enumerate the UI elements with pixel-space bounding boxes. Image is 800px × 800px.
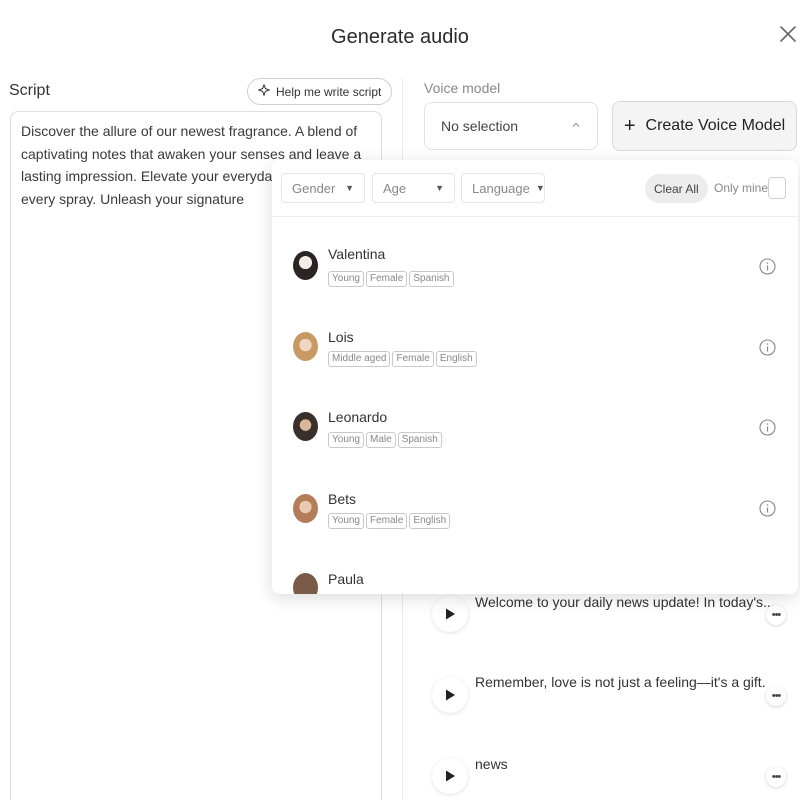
help-write-script-label: Help me write script bbox=[276, 84, 382, 99]
avatar bbox=[293, 494, 318, 523]
avatar bbox=[293, 412, 318, 441]
create-voice-model-button[interactable]: + Create Voice Model bbox=[612, 101, 797, 151]
sample-text: Remember, love is not just a feeling—it'… bbox=[475, 674, 766, 690]
sample-item[interactable]: Welcome to your daily news update! In to… bbox=[432, 589, 792, 639]
sparkle-icon bbox=[257, 83, 271, 99]
script-label: Script bbox=[9, 82, 50, 99]
tag-age: Middle aged bbox=[328, 351, 391, 367]
tag-language: English bbox=[435, 351, 477, 367]
age-filter-label: Age bbox=[383, 180, 407, 196]
tag-gender: Female bbox=[392, 351, 434, 367]
language-filter-label: Language bbox=[472, 180, 530, 196]
play-button[interactable] bbox=[432, 596, 468, 632]
voice-dropdown: Gender ▼ Age ▼ Language ▼ Clear All Only… bbox=[272, 160, 798, 594]
voice-tags: Young Male Spanish bbox=[328, 432, 442, 448]
voice-item-paula[interactable]: Paula bbox=[272, 560, 798, 594]
voice-name: Lois bbox=[328, 329, 354, 345]
info-icon[interactable] bbox=[759, 339, 776, 356]
plus-icon: + bbox=[623, 115, 636, 137]
voice-item-bets[interactable]: Bets Young Female English bbox=[272, 479, 798, 549]
language-filter[interactable]: Language ▼ bbox=[461, 173, 545, 203]
gender-filter-label: Gender bbox=[292, 180, 336, 196]
only-mine-checkbox[interactable] bbox=[768, 177, 786, 199]
avatar bbox=[293, 332, 318, 361]
voice-model-label: Voice model bbox=[424, 80, 501, 96]
create-voice-model-label: Create Voice Model bbox=[645, 117, 786, 134]
caret-down-icon: ▼ bbox=[345, 183, 354, 193]
info-icon[interactable] bbox=[759, 419, 776, 436]
voice-tags: Young Female Spanish bbox=[328, 271, 454, 287]
voice-name: Valentina bbox=[328, 246, 386, 262]
close-icon[interactable] bbox=[776, 22, 800, 46]
sample-text: Welcome to your daily news update! In to… bbox=[475, 594, 775, 610]
more-options-icon[interactable]: ••• bbox=[766, 767, 786, 787]
tag-gender: Male bbox=[366, 432, 396, 448]
play-icon bbox=[446, 770, 455, 782]
gender-filter[interactable]: Gender ▼ bbox=[281, 173, 365, 203]
tag-age: Young bbox=[328, 513, 364, 529]
sample-item[interactable]: news ••• bbox=[432, 751, 792, 800]
sample-item[interactable]: Remember, love is not just a feeling—it'… bbox=[432, 670, 792, 720]
caret-down-icon: ▼ bbox=[435, 183, 444, 193]
tag-language: English bbox=[409, 513, 451, 529]
tag-age: Young bbox=[328, 432, 364, 448]
tag-gender: Female bbox=[366, 513, 408, 529]
more-options-icon[interactable]: ••• bbox=[766, 686, 786, 706]
tag-age: Young bbox=[328, 271, 364, 287]
voice-tags: Middle aged Female English bbox=[328, 351, 477, 367]
more-options-icon[interactable]: ••• bbox=[766, 605, 786, 625]
voice-name: Leonardo bbox=[328, 409, 388, 425]
voice-item-valentina[interactable]: Valentina Young Female Spanish bbox=[272, 236, 798, 306]
age-filter[interactable]: Age ▼ bbox=[372, 173, 455, 203]
voice-name: Bets bbox=[328, 491, 357, 507]
info-icon[interactable] bbox=[759, 258, 776, 275]
help-write-script-button[interactable]: Help me write script bbox=[247, 78, 393, 105]
sample-text: news bbox=[475, 756, 508, 772]
tag-gender: Female bbox=[366, 271, 408, 287]
play-button[interactable] bbox=[432, 677, 468, 713]
voice-name: Paula bbox=[328, 571, 364, 587]
tag-language: Spanish bbox=[409, 271, 454, 287]
modal-title: Generate audio bbox=[331, 26, 469, 48]
voice-model-select[interactable]: No selection bbox=[424, 102, 598, 150]
caret-down-icon: ▼ bbox=[535, 183, 545, 193]
filter-bar: Gender ▼ Age ▼ Language ▼ Clear All Only… bbox=[272, 160, 798, 217]
play-icon bbox=[446, 608, 455, 620]
info-icon[interactable] bbox=[759, 500, 776, 517]
voice-tags: Young Female English bbox=[328, 513, 451, 529]
only-mine-label: Only mine bbox=[714, 181, 769, 195]
chevron-up-icon bbox=[571, 120, 581, 133]
avatar bbox=[293, 573, 318, 594]
play-button[interactable] bbox=[432, 758, 468, 794]
avatar bbox=[293, 251, 318, 280]
tag-language: Spanish bbox=[397, 432, 442, 448]
clear-all-button[interactable]: Clear All bbox=[645, 174, 708, 203]
voice-item-lois[interactable]: Lois Middle aged Female English bbox=[272, 317, 798, 387]
voice-model-selected-value: No selection bbox=[441, 118, 519, 134]
voice-item-leonardo[interactable]: Leonardo Young Male Spanish bbox=[272, 398, 798, 468]
play-icon bbox=[446, 689, 455, 701]
